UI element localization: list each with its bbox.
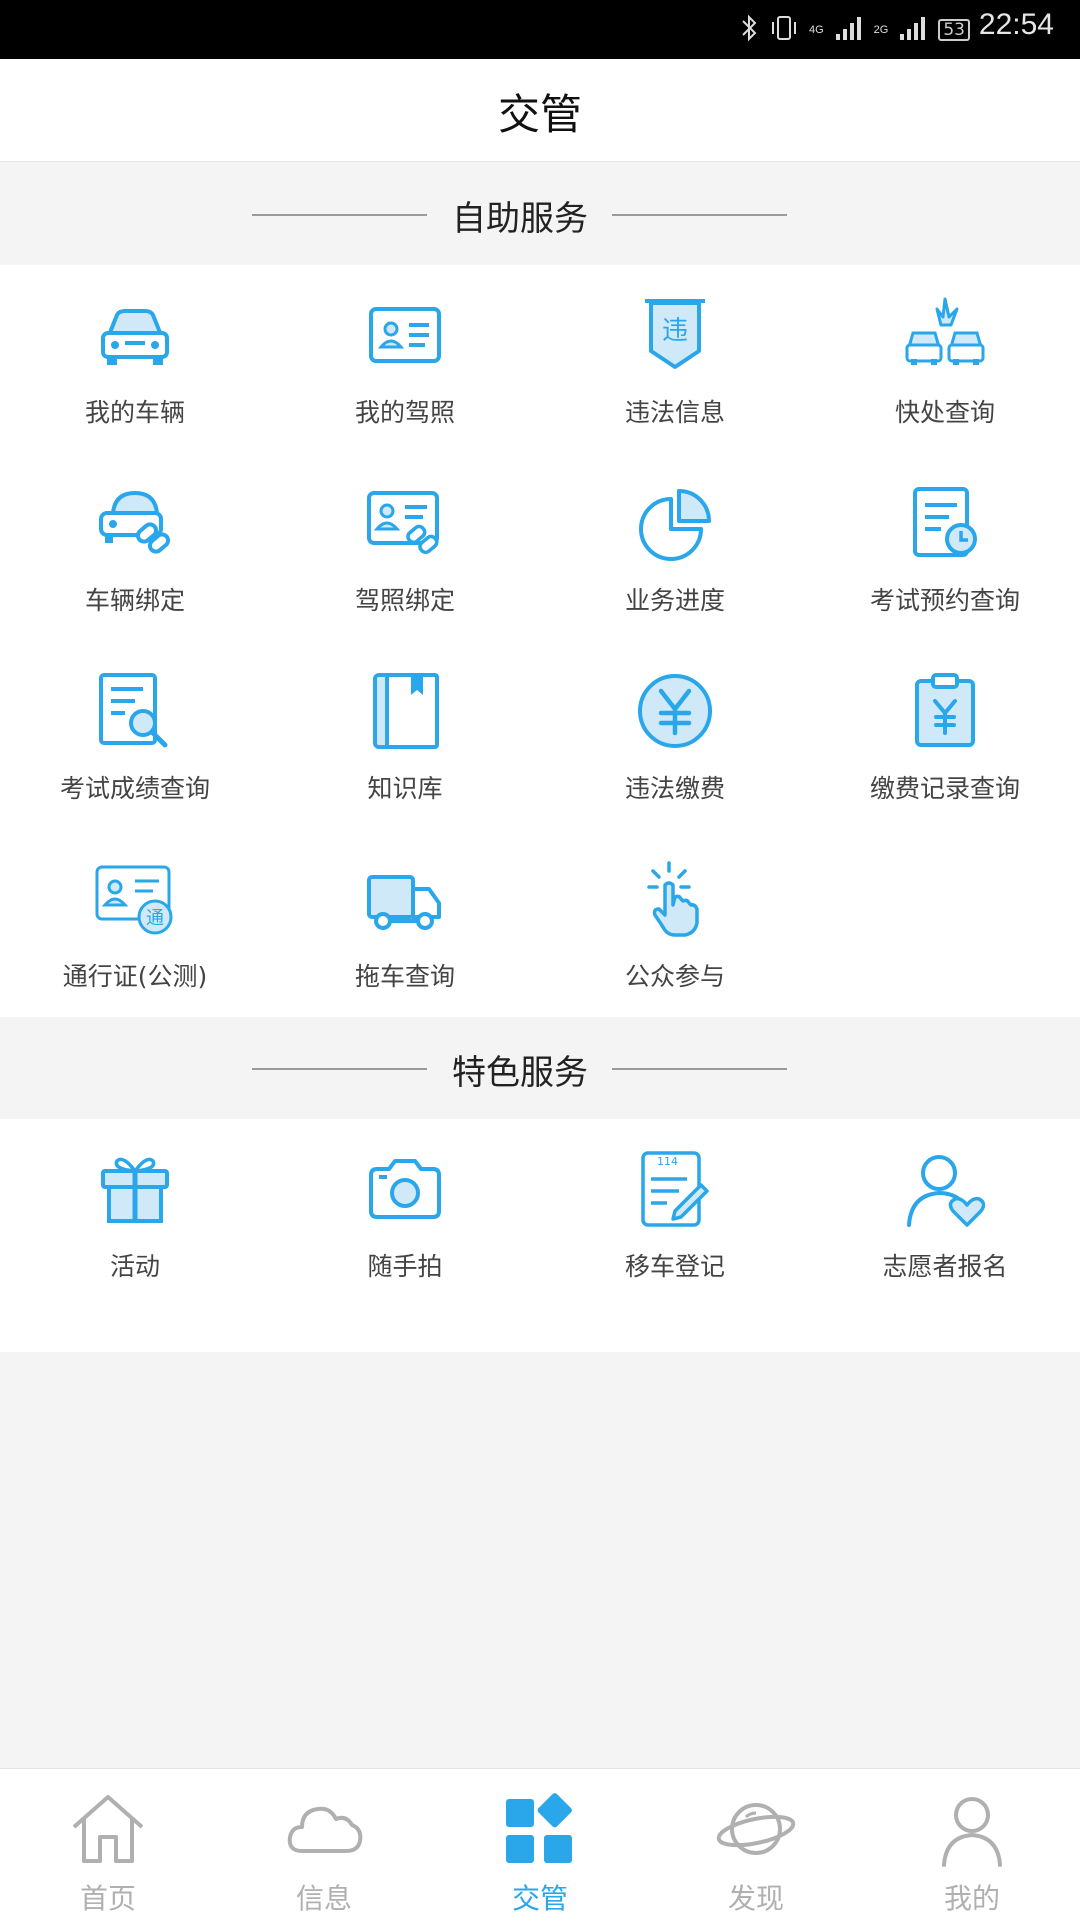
service-quick-handle[interactable]: 快处查询 bbox=[810, 265, 1080, 453]
service-knowledge-base[interactable]: 知识库 bbox=[270, 641, 540, 829]
signal-icon bbox=[834, 14, 864, 46]
tab-label: 首页 bbox=[79, 1882, 136, 1915]
license-link-icon bbox=[365, 483, 445, 563]
service-label: 移车登记 bbox=[624, 1252, 725, 1281]
camera-icon bbox=[365, 1149, 445, 1229]
service-pass-beta[interactable]: 通 通行证(公测) bbox=[0, 829, 270, 1017]
empty-cell bbox=[810, 829, 1080, 1017]
service-payment-records[interactable]: 缴费记录查询 bbox=[810, 641, 1080, 829]
service-violation-payment[interactable]: 违法缴费 bbox=[540, 641, 810, 829]
yuan-coin-icon bbox=[635, 671, 715, 751]
service-tow-query[interactable]: 拖车查询 bbox=[270, 829, 540, 1017]
featured-service-panel: 活动 随手拍 114 移车登记 志愿者报名 bbox=[0, 1119, 1080, 1352]
service-label: 业务进度 bbox=[624, 586, 725, 615]
service-move-car-registration[interactable]: 114 移车登记 bbox=[540, 1119, 810, 1307]
pass-badge-text: 通 bbox=[146, 908, 164, 929]
divider-line bbox=[612, 214, 787, 216]
car-icon bbox=[95, 295, 175, 375]
service-activities[interactable]: 活动 bbox=[0, 1119, 270, 1307]
service-label: 车辆绑定 bbox=[84, 586, 185, 615]
app-bar: 交管 bbox=[0, 59, 1080, 162]
service-label: 违法缴费 bbox=[624, 774, 725, 803]
planet-icon bbox=[716, 1789, 796, 1869]
vibrate-icon bbox=[769, 13, 799, 47]
clipboard-yuan-icon bbox=[905, 671, 985, 751]
service-label: 活动 bbox=[109, 1252, 160, 1281]
service-label: 我的驾照 bbox=[354, 398, 455, 427]
network-2g-label: 2G bbox=[873, 24, 889, 36]
service-my-license[interactable]: 我的驾照 bbox=[270, 265, 540, 453]
document-search-icon bbox=[95, 671, 175, 751]
notepad-badge-text: 114 bbox=[657, 1155, 678, 1168]
service-public-participation[interactable]: 公众参与 bbox=[540, 829, 810, 1017]
cloud-icon bbox=[284, 1789, 364, 1869]
tab-traffic-management[interactable]: 交管 bbox=[432, 1769, 648, 1920]
service-label: 拖车查询 bbox=[354, 962, 455, 991]
service-my-vehicle[interactable]: 我的车辆 bbox=[0, 265, 270, 453]
service-label: 违法信息 bbox=[624, 398, 725, 427]
network-4g-label: 4G bbox=[808, 24, 824, 36]
gift-icon bbox=[95, 1149, 175, 1229]
pass-card-icon: 通 bbox=[95, 859, 175, 939]
service-label: 志愿者报名 bbox=[882, 1252, 1008, 1281]
page-title: 交管 bbox=[497, 90, 582, 139]
service-label: 随手拍 bbox=[367, 1252, 443, 1281]
violation-badge-text: 违 bbox=[662, 316, 688, 346]
car-collision-icon bbox=[905, 295, 985, 375]
status-icons: 4G 2G 53 bbox=[739, 12, 970, 48]
tab-label: 信息 bbox=[295, 1882, 352, 1915]
divider-line bbox=[612, 1068, 787, 1070]
divider-line bbox=[252, 1068, 427, 1070]
tap-hand-icon bbox=[635, 859, 715, 939]
tab-label: 交管 bbox=[511, 1882, 568, 1915]
notepad-pen-icon: 114 bbox=[635, 1149, 715, 1229]
service-snapshot[interactable]: 随手拍 bbox=[270, 1119, 540, 1307]
volunteer-heart-icon bbox=[905, 1149, 985, 1229]
service-business-progress[interactable]: 业务进度 bbox=[540, 453, 810, 641]
person-icon bbox=[932, 1789, 1012, 1869]
document-clock-icon bbox=[905, 483, 985, 563]
service-exam-score[interactable]: 考试成绩查询 bbox=[0, 641, 270, 829]
service-label: 我的车辆 bbox=[84, 398, 185, 427]
tab-info[interactable]: 信息 bbox=[216, 1769, 432, 1920]
license-card-icon bbox=[365, 295, 445, 375]
service-label: 知识库 bbox=[367, 774, 443, 803]
car-link-icon bbox=[95, 483, 175, 563]
divider-line bbox=[252, 214, 427, 216]
service-vehicle-binding[interactable]: 车辆绑定 bbox=[0, 453, 270, 641]
violation-badge-icon: 违 bbox=[635, 295, 715, 375]
tow-truck-icon bbox=[365, 859, 445, 939]
service-volunteer-signup[interactable]: 志愿者报名 bbox=[810, 1119, 1080, 1307]
service-label: 考试成绩查询 bbox=[59, 774, 210, 803]
bottom-tab-bar: 首页 信息 交管 发现 我的 bbox=[0, 1768, 1080, 1920]
grid-apps-icon bbox=[500, 1789, 580, 1869]
status-bar: 4G 2G 53 22:54 bbox=[0, 0, 1080, 59]
section-title: 特色服务 bbox=[452, 1053, 588, 1093]
featured-service-header: 特色服务 bbox=[0, 1017, 1080, 1119]
pie-chart-icon bbox=[635, 483, 715, 563]
service-label: 快处查询 bbox=[894, 398, 995, 427]
battery-indicator: 53 bbox=[938, 19, 970, 41]
service-violation-info[interactable]: 违 违法信息 bbox=[540, 265, 810, 453]
bluetooth-icon bbox=[739, 13, 759, 47]
status-time: 22:54 bbox=[978, 8, 1054, 41]
book-icon bbox=[365, 671, 445, 751]
tab-mine[interactable]: 我的 bbox=[864, 1769, 1080, 1920]
tab-home[interactable]: 首页 bbox=[0, 1769, 216, 1920]
self-service-panel: 我的车辆 我的驾照 违 违法信息 快处查询 车辆绑定 驾照绑定 业务进度 考试预… bbox=[0, 265, 1080, 1017]
signal-icon bbox=[898, 14, 928, 46]
home-icon bbox=[68, 1789, 148, 1869]
service-label: 通行证(公测) bbox=[62, 962, 208, 991]
service-license-binding[interactable]: 驾照绑定 bbox=[270, 453, 540, 641]
service-label: 公众参与 bbox=[624, 962, 725, 991]
service-label: 缴费记录查询 bbox=[869, 774, 1020, 803]
service-label: 驾照绑定 bbox=[354, 586, 455, 615]
tab-discover[interactable]: 发现 bbox=[648, 1769, 864, 1920]
tab-label: 我的 bbox=[943, 1882, 1000, 1915]
tab-label: 发现 bbox=[727, 1882, 784, 1915]
section-title: 自助服务 bbox=[452, 199, 588, 239]
service-exam-booking[interactable]: 考试预约查询 bbox=[810, 453, 1080, 641]
self-service-header: 自助服务 bbox=[0, 163, 1080, 265]
service-label: 考试预约查询 bbox=[869, 586, 1020, 615]
